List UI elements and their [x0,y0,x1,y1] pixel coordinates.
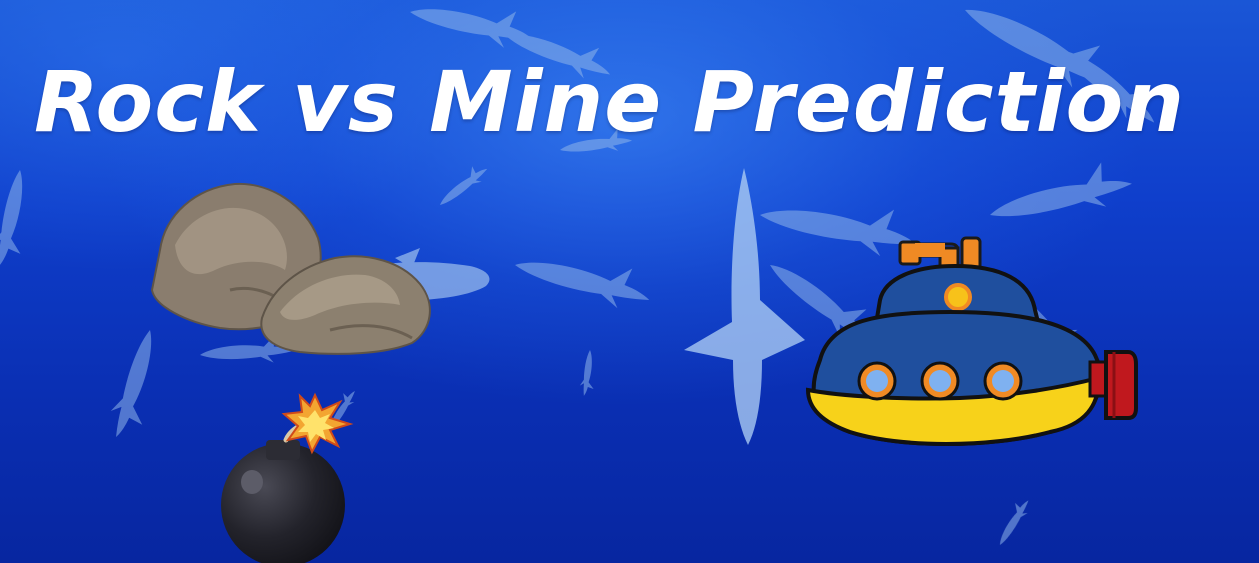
shark-icon [406,0,537,53]
shark-icon [756,191,921,261]
submarine-icon [805,236,1138,446]
banner: Rock vs Mine Prediction [0,0,1259,563]
bomb-icon [221,417,345,563]
shark-icon [510,244,655,315]
shark-icon [684,168,805,445]
shark-icon [984,156,1136,237]
shark-icon [104,325,167,443]
page-title: Rock vs Mine Prediction [34,53,1186,151]
shark-icon [0,167,35,271]
shark-icon [434,159,492,212]
shark-icon [579,349,597,397]
shark-icon [993,495,1034,549]
